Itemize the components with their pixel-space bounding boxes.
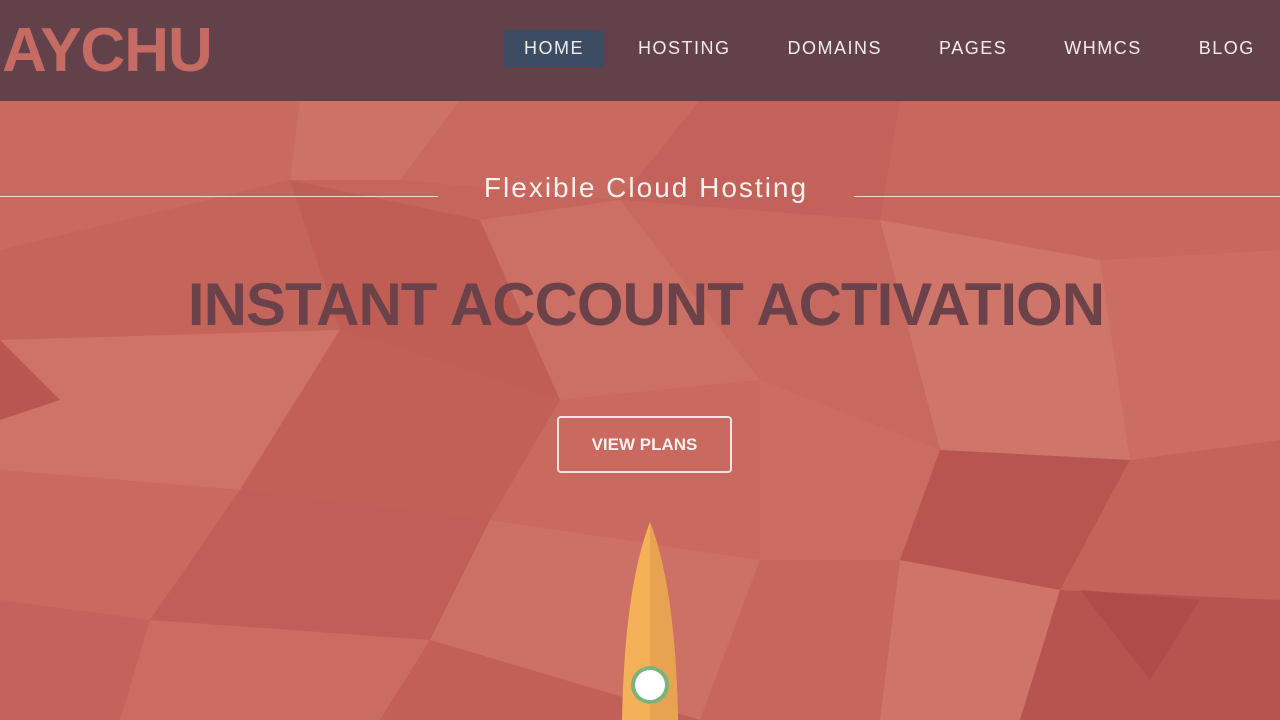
hero-headline: INSTANT ACCOUNT ACTIVATION [187,271,1105,338]
tagline-divider-right [854,196,1280,197]
view-plans-button[interactable]: VIEW PLANS [557,416,732,473]
nav-item-blog[interactable]: BLOG [1179,30,1275,67]
hero-tagline: Flexible Cloud Hosting [483,172,809,203]
site-header: AYCHU HOME HOSTING DOMAINS PAGES WHMCS B… [0,0,1280,101]
main-nav: HOME HOSTING DOMAINS PAGES WHMCS BLOG C [504,30,1280,67]
nav-item-hosting[interactable]: HOSTING [618,30,751,67]
hosting-landing-page: AYCHU HOME HOSTING DOMAINS PAGES WHMCS B… [0,0,1280,720]
nav-item-pages[interactable]: PAGES [919,30,1027,67]
nav-item-home[interactable]: HOME [504,30,604,67]
nav-item-whmcs[interactable]: WHMCS [1044,30,1162,67]
rocket-icon [622,522,678,720]
tagline-divider-left [0,196,438,197]
site-logo[interactable]: AYCHU [2,16,213,86]
nav-item-domains[interactable]: DOMAINS [768,30,903,67]
